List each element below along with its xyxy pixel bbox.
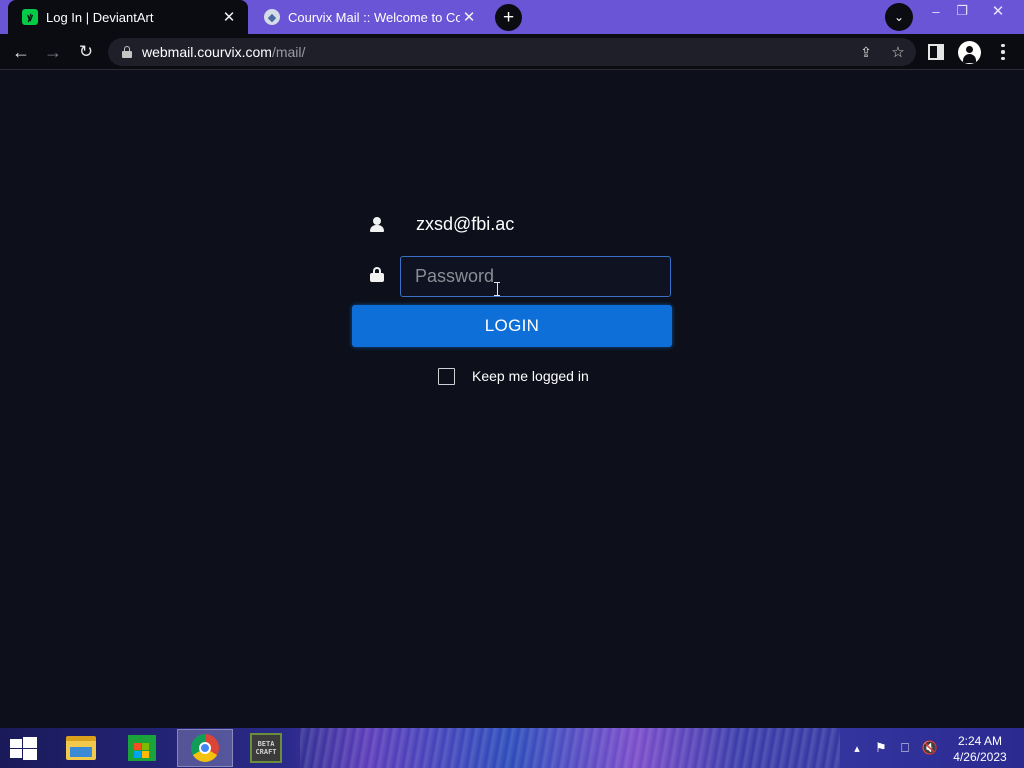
- share-icon[interactable]: ⇪: [856, 42, 876, 62]
- password-lock-icon: [370, 267, 384, 282]
- courvix-favicon-icon: ◆: [264, 9, 280, 25]
- browser-toolbar: ← → ↻ webmail.courvix.com/mail/ ⇪ ☆: [0, 34, 1024, 70]
- google-chrome-icon: [191, 734, 219, 762]
- side-panel-icon[interactable]: [928, 44, 944, 60]
- reload-icon[interactable]: ↻: [73, 39, 99, 65]
- login-button[interactable]: LOGIN: [352, 305, 672, 347]
- address-bar[interactable]: webmail.courvix.com/mail/ ⇪ ☆: [108, 38, 916, 66]
- deviantart-favicon-icon: ꝟ: [22, 9, 38, 25]
- webmail-login-page: zxsd@fbi.ac LOGIN Keep me logged in: [0, 71, 1024, 728]
- user-icon: [370, 217, 384, 233]
- url-path: /mail/: [271, 44, 306, 60]
- system-clock[interactable]: 2:24 AM 4/26/2023: [944, 733, 1016, 765]
- tab-title: Log In | DeviantArt: [46, 9, 154, 25]
- network-icon[interactable]: ⎕: [896, 728, 914, 768]
- clock-date: 4/26/2023: [953, 750, 1007, 764]
- tab-deviantart[interactable]: ꝟ Log In | DeviantArt ✕: [8, 0, 248, 34]
- close-window-button[interactable]: ✕: [980, 0, 1016, 22]
- tab-courvix-mail[interactable]: ◆ Courvix Mail :: Welcome to Courv ✕: [250, 0, 488, 34]
- close-tab-icon[interactable]: ✕: [220, 8, 238, 26]
- password-input[interactable]: [400, 256, 671, 297]
- chrome-taskbar-button[interactable]: [177, 729, 233, 767]
- minecraft-launcher-icon: BETA CRAFT: [250, 733, 282, 763]
- volume-muted-icon[interactable]: 🔇: [920, 728, 940, 768]
- keep-logged-in-label[interactable]: Keep me logged in: [472, 368, 589, 384]
- windows-taskbar: BETA CRAFT ▴ ⚑ ⎕ 🔇 2:24 AM 4/26/2023: [0, 728, 1024, 768]
- keep-logged-in-checkbox[interactable]: [438, 368, 455, 385]
- forward-arrow-icon[interactable]: →: [40, 39, 66, 65]
- show-hidden-icons-chevron-icon[interactable]: ▴: [850, 728, 864, 768]
- windows-start-icon[interactable]: [6, 736, 38, 762]
- file-explorer-icon: [66, 736, 96, 760]
- secure-lock-icon[interactable]: [122, 46, 132, 58]
- username-display: zxsd@fbi.ac: [416, 214, 515, 234]
- minecraft-taskbar-button[interactable]: BETA CRAFT: [238, 729, 294, 767]
- restore-window-button[interactable]: ❐: [944, 0, 980, 22]
- action-center-flag-icon[interactable]: ⚑: [872, 728, 890, 768]
- profile-avatar-icon[interactable]: [958, 41, 981, 64]
- browser-menu-icon[interactable]: [995, 42, 1011, 62]
- close-tab-icon[interactable]: ✕: [460, 8, 478, 26]
- file-explorer-taskbar-button[interactable]: [53, 729, 109, 767]
- new-tab-button[interactable]: +: [495, 4, 522, 31]
- tab-strip: ꝟ Log In | DeviantArt ✕ ◆ Courvix Mail :…: [0, 0, 1024, 34]
- bookmark-star-icon[interactable]: ☆: [888, 42, 908, 62]
- tab-title: Courvix Mail :: Welcome to Courv: [288, 9, 460, 25]
- clock-time: 2:24 AM: [957, 734, 1003, 748]
- microsoft-store-icon: [128, 735, 156, 761]
- url-host: webmail.courvix.com: [142, 44, 272, 60]
- text-cursor-icon: [494, 282, 500, 296]
- tab-search-chevron-icon[interactable]: ⌄: [885, 3, 913, 31]
- back-arrow-icon[interactable]: ←: [8, 39, 34, 65]
- store-taskbar-button[interactable]: [114, 729, 170, 767]
